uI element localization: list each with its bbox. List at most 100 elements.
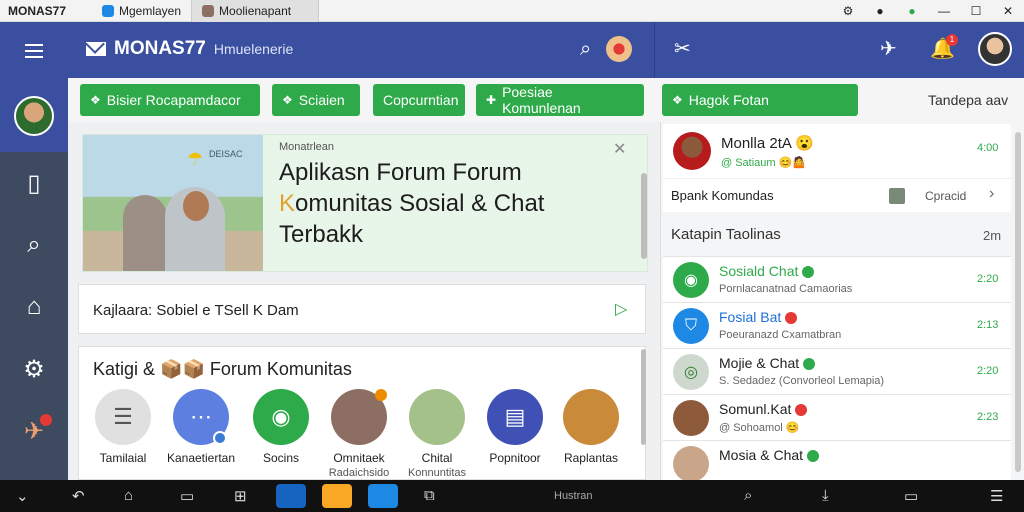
sidebar-profile[interactable] [0, 80, 68, 152]
chip-4[interactable]: ✚ Poesiae Komunlenan [476, 84, 644, 116]
category-item[interactable]: ⋯ Kanaetiertan [161, 389, 241, 466]
avatar[interactable] [606, 36, 632, 62]
folder-icon[interactable] [322, 484, 352, 508]
tray-icon[interactable]: ● [896, 4, 928, 18]
chat-item[interactable]: ⛉ Fosial Bat Poeuranazd Cxamatbran 2:13 [663, 302, 1011, 348]
group-status: Cpracid [925, 189, 967, 203]
chip-5[interactable]: ❖ Hagok Fotan [662, 84, 858, 116]
avatar [673, 400, 709, 436]
profile-time: 4:00 [977, 142, 999, 154]
status-dot [795, 404, 808, 417]
chat-time: 2:20 [977, 365, 999, 377]
user-avatar[interactable] [978, 32, 1012, 66]
status-dot [807, 450, 820, 463]
category-label: Popnitoor [489, 451, 541, 465]
chat-item[interactable]: Mosia & Chat [663, 440, 1011, 482]
menu-button[interactable] [0, 22, 68, 80]
category-chips: ❖ Bisier Rocapamdacor ❖ Sciaien Copcurntia… [68, 78, 1024, 122]
menu-icon[interactable]: ☰ [990, 487, 1003, 505]
profile-card[interactable]: Monlla 2tA 😮 @ Satiaum 😊🤷 4:00 [663, 124, 1011, 178]
group-row[interactable]: Bpank Komundas Cpracid › [663, 178, 1011, 212]
category-item[interactable]: Chital Konnuntitas [397, 389, 477, 480]
back-icon[interactable]: ↶ [72, 487, 85, 505]
window-tab-label: Mgemlayen [119, 3, 182, 18]
chip-2[interactable]: ❖ Sciaien [272, 84, 360, 116]
download-icon[interactable]: ⤓ [822, 487, 829, 504]
window-tab-1[interactable]: Mgemlayen [92, 0, 191, 22]
app-icon[interactable] [276, 484, 306, 508]
category-item[interactable]: ◉ Socins [241, 389, 321, 466]
sidebar-item-pages[interactable]: ▯ [0, 152, 68, 214]
chat-preview: Pornlacanatnad Camaorias [719, 283, 853, 295]
window-icon[interactable]: ▭ [180, 487, 194, 505]
chevron-down-icon[interactable]: ⌄ [16, 487, 29, 505]
photo-caption: DEISAC [209, 149, 243, 159]
chat-icon: ◉ [673, 262, 709, 298]
share-icon[interactable]: ⧉ [424, 487, 435, 504]
notification-badge [40, 414, 52, 426]
tray-icon[interactable]: ⚙ [832, 4, 864, 18]
sidebar-item-settings[interactable]: ⚙ [0, 338, 68, 400]
category-sublabel: Radaichsido [328, 467, 390, 479]
chat-item[interactable]: ◎ Mojie & Chat S. Sedadez (Convorleol Le… [663, 348, 1011, 394]
chat-name: Mosia & Chat [719, 447, 820, 463]
chat-item[interactable]: ◉ Sosiald Chat Pornlacanatnad Camaorias … [663, 256, 1011, 302]
close-icon[interactable]: ✕ [992, 4, 1024, 18]
document-icon: ▤ [487, 389, 543, 445]
banner-title-line: Terbakk [279, 221, 364, 248]
tray-icon[interactable]: ● [864, 4, 896, 18]
window-tab-2[interactable]: Moolienapant [191, 0, 320, 22]
chat-preview: Poeuranazd Cxamatbran [719, 329, 842, 341]
chat-name-text: Mosia & Chat [719, 447, 804, 463]
leaf-icon: ❖ [282, 93, 293, 107]
chat-name-text: Fosial Bat [719, 309, 782, 325]
status-dot [785, 312, 798, 325]
shield-icon: ⛉ [673, 308, 709, 344]
umbrella-icon: ☂ [187, 149, 204, 169]
status-dot [802, 266, 815, 279]
tools-icon[interactable]: ✂ [674, 36, 691, 61]
categories-card: Katigi & 📦📦 Forum Komunitas ☰ Tamilaial … [78, 346, 646, 480]
maximize-icon[interactable]: ☐ [960, 4, 992, 18]
system-title-bar: MONAS77 Mgemlayen Moolienapant ⚙ ● ● — ☐… [0, 0, 1024, 22]
home-icon[interactable]: ⌂ [124, 487, 133, 504]
chip-1[interactable]: ❖ Bisier Rocapamdacor [80, 84, 260, 116]
search-icon[interactable]: ⌕ [744, 487, 752, 504]
scrollbar[interactable] [641, 349, 646, 445]
window-icon[interactable]: ▭ [904, 487, 918, 505]
search-icon[interactable]: ⌕ [580, 38, 591, 61]
sidebar-item-notifications[interactable]: ✈ [0, 400, 68, 462]
scrollbar[interactable] [641, 173, 647, 259]
category-label: Socins [262, 451, 300, 465]
search-card[interactable]: Kajlaara: Sobiel e TSell K Dam ▷ [78, 284, 646, 334]
category-item[interactable]: ▤ Popnitoor [475, 389, 555, 466]
shield-icon[interactable] [368, 484, 398, 508]
banner-title-highlight: K [279, 190, 296, 217]
window-tab-label: Moolienapant [219, 3, 292, 18]
chat-item[interactable]: Somunl.Kat @ Sohoamol 😊 2:23 [663, 394, 1011, 440]
send-icon[interactable]: ▷ [615, 299, 627, 319]
right-panel: Monlla 2tA 😮 @ Satiaum 😊🤷 4:00 Bpank Kom… [660, 122, 1024, 482]
chip-label: Copcurntian [383, 92, 459, 108]
category-item[interactable]: Omnitaek Radaichsido [319, 389, 399, 480]
taskbar: ⌄ ↶ ⌂ ▭ ⊞ ⧉ Hustran ⌕ ⤓ ▭ ☰ [0, 480, 1024, 512]
category-item[interactable]: ☰ Tamilaial [83, 389, 163, 466]
search-icon: ⌕ [27, 231, 41, 258]
close-icon[interactable]: ✕ [613, 139, 626, 159]
sidebar-item-home[interactable]: ⌂ [0, 276, 68, 338]
minimize-icon[interactable]: — [928, 4, 960, 18]
apps-icon[interactable]: ⊞ [234, 487, 247, 505]
hamburger-icon [25, 44, 43, 58]
sidebar-item-search[interactable]: ⌕ [0, 214, 68, 276]
chip-label: Bisier Rocapamdacor [106, 92, 241, 108]
chat-name: Somunl.Kat [719, 401, 808, 417]
rocket-icon[interactable]: ✈ [880, 36, 897, 61]
chip-3[interactable]: Copcurntian [373, 84, 465, 116]
chat-time: 2:20 [977, 273, 999, 285]
chips-right-label[interactable]: Tandepa aav [928, 92, 1008, 108]
hero-banner[interactable]: ☂ DEISAC Monatrlean Aplikasn Forum Forum… [82, 134, 648, 272]
scrollbar[interactable] [1015, 132, 1021, 472]
avatar [563, 389, 619, 445]
chevron-right-icon[interactable]: › [989, 185, 994, 203]
category-item[interactable]: Raplantas [551, 389, 631, 466]
